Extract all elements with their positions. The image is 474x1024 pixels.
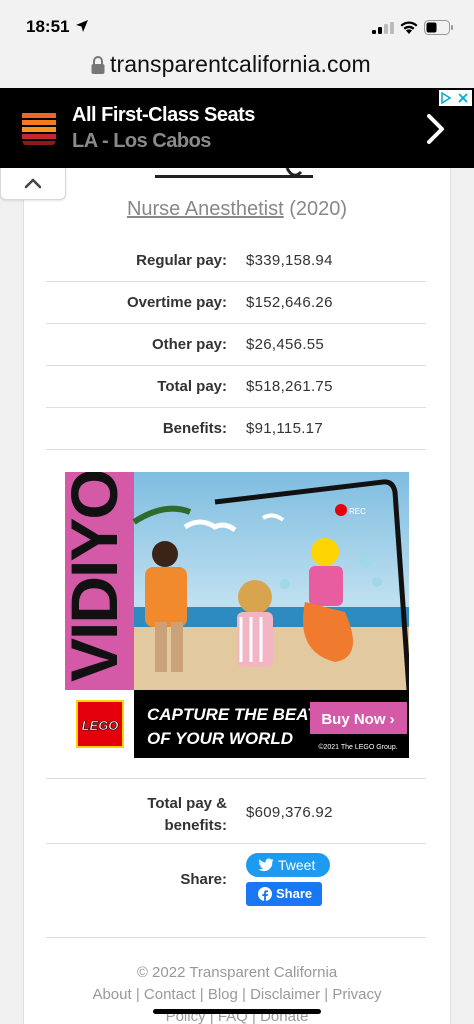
twitter-bird-icon xyxy=(258,858,274,872)
address-bar[interactable]: transparentcalifornia.com xyxy=(0,48,474,88)
pay-row-benefits: Benefits: $91,115.17 xyxy=(46,408,426,450)
airline-logo-icon xyxy=(22,107,56,147)
home-indicator xyxy=(153,1009,321,1014)
lock-icon xyxy=(91,56,105,74)
job-line: Nurse Anesthetist (2020) xyxy=(0,198,474,221)
pay-row-overtime: Overtime pay: $152,646.26 xyxy=(46,282,426,324)
ad-title[interactable]: All First-Class Seats xyxy=(72,104,255,127)
pay-label: Benefits: xyxy=(162,420,227,437)
status-time: 18:51 xyxy=(26,17,70,36)
footer-link-disclaimer[interactable]: Disclaimer xyxy=(250,986,320,1003)
pay-row-other: Other pay: $26,456.55 xyxy=(46,324,426,366)
share-label: Share: xyxy=(180,871,227,888)
total-label-line2: benefits: xyxy=(164,817,227,834)
ad-choices-icon[interactable] xyxy=(439,90,472,106)
chevron-right-icon[interactable] xyxy=(424,112,448,146)
pay-label: Other pay: xyxy=(151,336,227,353)
pay-label: Overtime pay: xyxy=(126,294,227,311)
tweet-label: Tweet xyxy=(278,857,316,873)
pay-value: $26,456.55 xyxy=(246,336,325,353)
lego-vidiyo-ad[interactable]: VIDIYO REC LEGO CAPTURE THE BEAT OF YOUR… xyxy=(65,472,409,758)
ad-copyright: ©2021 The LEGO Group. xyxy=(318,743,397,751)
wifi-icon xyxy=(400,21,418,34)
rec-label: REC xyxy=(349,507,366,516)
pay-value: $339,158.94 xyxy=(246,252,333,269)
footer-links: About | Contact | Blog | Disclaimer | Pr… xyxy=(92,986,382,1003)
pay-row-regular: Regular pay: $339,158.94 xyxy=(46,240,426,282)
facebook-share-button[interactable]: Share xyxy=(246,882,322,906)
battery-icon xyxy=(424,20,453,35)
employee-name-cutoff xyxy=(155,168,313,182)
footer-link-blog[interactable]: Blog xyxy=(208,986,238,1003)
status-bar: 18:51 xyxy=(0,0,474,48)
buy-now-label: Buy Now › xyxy=(321,711,394,728)
footer-copyright: © 2022 Transparent California xyxy=(136,964,338,981)
pay-label: Regular pay: xyxy=(136,252,227,269)
ad-tagline-2: OF YOUR WORLD xyxy=(147,729,293,748)
collapse-tab[interactable] xyxy=(0,168,66,200)
total-value: $609,376.92 xyxy=(246,804,333,821)
pay-value: $91,115.17 xyxy=(246,420,323,437)
pay-value: $518,261.75 xyxy=(246,378,333,395)
vidiyo-wordmark: VIDIYO xyxy=(65,472,131,682)
footer-link-contact[interactable]: Contact xyxy=(144,986,196,1003)
tweet-button[interactable]: Tweet xyxy=(246,853,330,877)
location-arrow-icon xyxy=(76,20,88,32)
share-row: Share: Tweet Share xyxy=(46,844,426,938)
pay-label: Total pay: xyxy=(157,378,227,395)
total-label-line1: Total pay & xyxy=(147,795,227,812)
banner-ad[interactable]: All First-Class Seats LA - Los Cabos xyxy=(0,88,474,168)
total-label: Total pay & benefits: xyxy=(147,793,227,837)
ad-tagline-1: CAPTURE THE BEAT xyxy=(147,705,319,724)
pay-row-total: Total pay: $518,261.75 xyxy=(46,366,426,408)
ad-subtitle[interactable]: LA - Los Cabos xyxy=(72,130,211,153)
url-text[interactable]: transparentcalifornia.com xyxy=(110,51,371,78)
cellular-signal-icon xyxy=(372,22,394,34)
facebook-share-label: Share xyxy=(276,886,313,901)
facebook-icon xyxy=(258,887,272,901)
job-title-link[interactable]: Nurse Anesthetist xyxy=(127,198,284,220)
footer-link-about[interactable]: About xyxy=(92,986,131,1003)
chevron-up-icon xyxy=(24,178,42,189)
pay-value: $152,646.26 xyxy=(246,294,333,311)
job-year: (2020) xyxy=(289,198,348,220)
lego-logo-text: LEGO xyxy=(82,718,119,733)
footer-link-privacy[interactable]: Privacy xyxy=(332,986,381,1003)
total-pay-benefits-row: Total pay & benefits: $609,376.92 xyxy=(46,778,426,844)
